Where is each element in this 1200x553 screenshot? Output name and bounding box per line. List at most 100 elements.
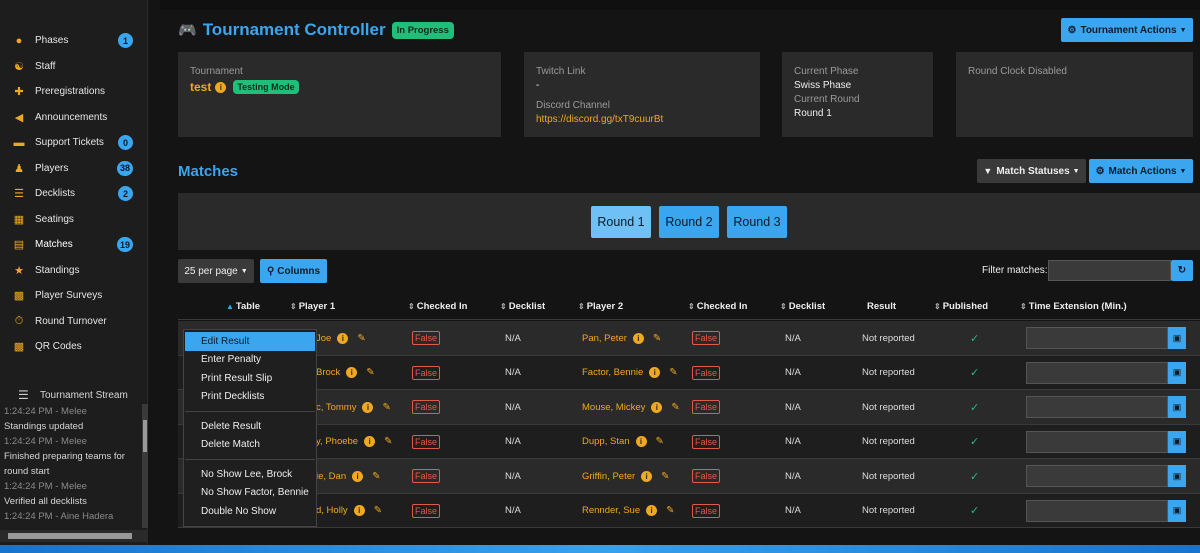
save-button[interactable]: ▣ <box>1168 499 1186 522</box>
player1-name[interactable]: Joe <box>316 333 331 344</box>
edit-icon[interactable]: ✎ <box>374 505 382 516</box>
player2-name[interactable]: Dupp, Stan <box>582 436 630 447</box>
menu-item-double-no-show[interactable]: Double No Show <box>185 502 315 521</box>
time-extension-input[interactable] <box>1026 361 1168 384</box>
time-extension-input[interactable] <box>1026 396 1168 418</box>
round-3-button[interactable]: Round 3 <box>727 205 787 238</box>
edit-icon[interactable]: ✎ <box>366 367 374 378</box>
table-row[interactable]: Brock i ✎ False N/A Factor, Bennie i ✎ False N/A N… <box>178 355 1200 390</box>
info-icon[interactable]: i <box>364 436 376 447</box>
column-header-time-extension[interactable]: ⇕ Time Extension (Min.) <box>1020 301 1127 312</box>
save-button[interactable]: ▣ <box>1168 465 1186 487</box>
info-icon[interactable]: i <box>337 332 349 344</box>
player2-name[interactable]: Mouse, Mickey <box>582 402 645 413</box>
edit-icon[interactable]: ✎ <box>671 402 679 413</box>
checked-in-status[interactable]: False <box>692 503 721 518</box>
column-header-player2[interactable]: ⇕ Player 2 <box>578 301 623 312</box>
player1-name[interactable]: Brock <box>316 367 340 378</box>
columns-button[interactable]: ⚲ Columns <box>260 259 327 283</box>
scrollbar-thumb[interactable] <box>143 420 147 452</box>
sidebar-item-standings[interactable]: ★ Standings <box>0 258 147 284</box>
column-header-decklist-1[interactable]: ⇕ Decklist <box>500 301 545 312</box>
player1-name[interactable]: ie, Dan <box>316 471 346 482</box>
edit-icon[interactable]: ✎ <box>669 367 677 378</box>
menu-item-edit-result[interactable]: Edit Result <box>185 332 315 351</box>
checked-in-status[interactable]: False <box>692 400 721 414</box>
column-header-player1[interactable]: ⇕ Player 1 <box>290 301 335 312</box>
info-icon[interactable]: i <box>646 505 658 516</box>
sidebar-item-players[interactable]: ♟ Players 38 <box>0 156 147 182</box>
refresh-button[interactable]: ↻ <box>1171 260 1193 281</box>
save-button[interactable]: ▣ <box>1168 430 1186 453</box>
column-header-decklist-2[interactable]: ⇕ Decklist <box>780 301 825 312</box>
time-extension-input[interactable] <box>1026 430 1168 453</box>
checked-in-status[interactable]: False <box>692 469 721 483</box>
stream-scrollbar[interactable] <box>142 404 148 528</box>
menu-item-print-result-slip[interactable]: Print Result Slip <box>185 369 315 388</box>
checked-in-status[interactable]: False <box>692 434 721 449</box>
tournament-name[interactable]: test <box>190 80 211 94</box>
info-icon[interactable]: i <box>635 436 647 447</box>
info-icon[interactable]: i <box>346 367 358 378</box>
checked-in-status[interactable]: False <box>412 469 441 483</box>
time-extension-input[interactable] <box>1026 499 1168 522</box>
menu-item-delete-result[interactable]: Delete Result <box>185 417 315 436</box>
edit-icon[interactable]: ✎ <box>653 333 661 344</box>
menu-item-delete-match[interactable]: Delete Match <box>185 436 315 455</box>
player1-name[interactable]: y, Phoebe <box>316 436 358 447</box>
sidebar-item-qr-codes[interactable]: ▩ QR Codes <box>0 334 147 360</box>
discord-link[interactable]: https://discord.gg/txT9cuurBt <box>536 113 748 127</box>
player2-name[interactable]: Rennder, Sue <box>582 505 640 516</box>
checked-in-status[interactable]: False <box>692 331 721 345</box>
info-icon[interactable]: i <box>632 332 644 344</box>
sidebar-item-staff[interactable]: ☯ Staff <box>0 54 147 80</box>
match-actions-button[interactable]: ⚙ Match Actions ▼ <box>1089 159 1193 183</box>
info-icon[interactable]: i <box>352 470 364 482</box>
sidebar-item-support-tickets[interactable]: ▬ Support Tickets 0 <box>0 130 147 156</box>
save-button[interactable]: ▣ <box>1168 396 1186 418</box>
per-page-select[interactable]: 25 per page ▼ <box>178 259 254 283</box>
edit-icon[interactable]: ✎ <box>357 333 365 344</box>
scrollbar-thumb[interactable] <box>8 533 132 539</box>
table-row[interactable]: ie, Dan i ✎ False N/A Griffin, Peter i ✎ False N/… <box>178 459 1200 494</box>
edit-icon[interactable]: ✎ <box>384 436 392 447</box>
edit-icon[interactable]: ✎ <box>382 402 390 413</box>
checked-in-status[interactable]: False <box>412 331 441 345</box>
edit-icon[interactable]: ✎ <box>661 471 669 482</box>
save-button[interactable]: ▣ <box>1168 361 1186 384</box>
column-header-table[interactable]: ▲ Table <box>226 301 260 312</box>
stream-header[interactable]: ☰ Tournament Stream <box>18 388 128 402</box>
menu-item-print-decklists[interactable]: Print Decklists <box>185 388 315 407</box>
info-icon[interactable]: i <box>215 81 227 93</box>
column-header-checked-in-2[interactable]: ⇕ Checked In <box>688 301 747 312</box>
player2-name[interactable]: Pan, Peter <box>582 333 627 344</box>
player1-name[interactable]: c, Tommy <box>316 402 356 413</box>
match-statuses-button[interactable]: ▼ Match Statuses ▼ <box>977 159 1086 183</box>
table-row[interactable]: y, Phoebe i ✎ False N/A Dupp, Stan i ✎ False N/A N… <box>178 424 1200 459</box>
menu-item-no-show-player1[interactable]: No Show Lee, Brock <box>185 465 315 484</box>
column-header-checked-in-1[interactable]: ⇕ Checked In <box>408 301 467 312</box>
info-icon[interactable]: i <box>362 401 374 413</box>
info-icon[interactable]: i <box>353 505 365 516</box>
info-icon[interactable]: i <box>651 401 663 413</box>
info-icon[interactable]: i <box>641 470 653 482</box>
checked-in-status[interactable]: False <box>412 400 441 414</box>
menu-item-enter-penalty[interactable]: Enter Penalty <box>185 351 315 370</box>
round-2-button[interactable]: Round 2 <box>659 205 719 238</box>
sidebar-item-decklists[interactable]: ☰ Decklists 2 <box>0 181 147 207</box>
checked-in-status[interactable]: False <box>412 365 441 380</box>
info-icon[interactable]: i <box>649 367 661 378</box>
checked-in-status[interactable]: False <box>412 434 441 449</box>
edit-icon[interactable]: ✎ <box>372 471 380 482</box>
edit-icon[interactable]: ✎ <box>666 505 674 516</box>
sidebar-item-round-turnover[interactable]: ⏱ Round Turnover <box>0 309 147 335</box>
sidebar-item-player-surveys[interactable]: ▩ Player Surveys <box>0 283 147 309</box>
sidebar-item-seatings[interactable]: ▦ Seatings <box>0 207 147 233</box>
sidebar-item-matches[interactable]: ▤ Matches 19 <box>0 232 147 258</box>
column-header-published[interactable]: ⇕ Published <box>934 301 988 312</box>
time-extension-input[interactable] <box>1026 465 1168 487</box>
player1-name[interactable]: d, Holly <box>316 505 348 516</box>
edit-icon[interactable]: ✎ <box>656 436 664 447</box>
player2-name[interactable]: Factor, Bennie <box>582 367 643 378</box>
sidebar-item-phases[interactable]: ● Phases 1 <box>0 28 147 54</box>
